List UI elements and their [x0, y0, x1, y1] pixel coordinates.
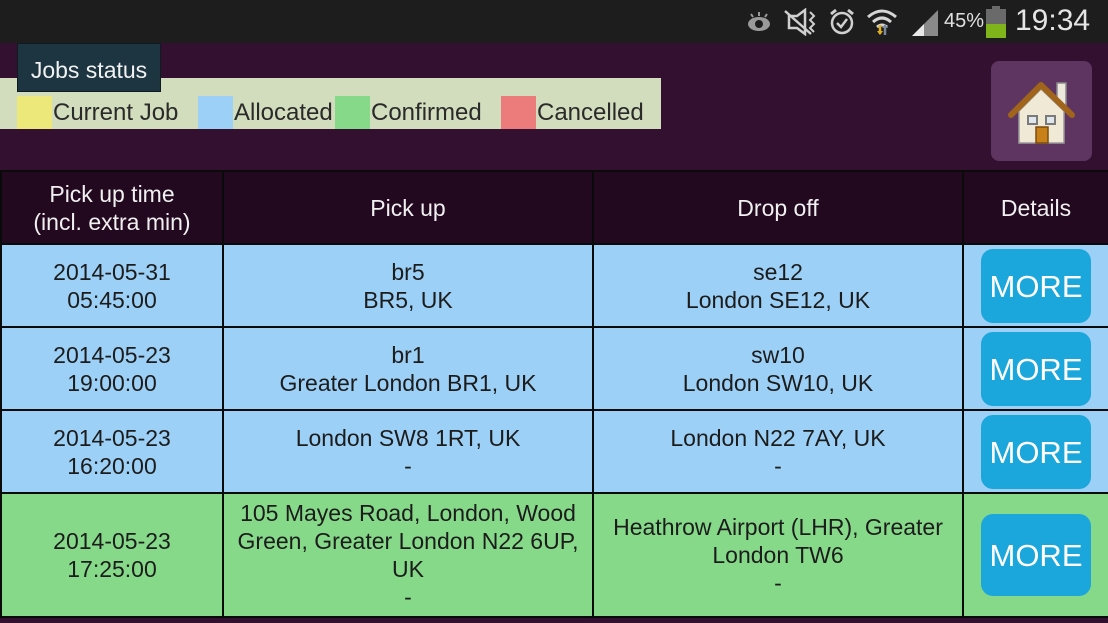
table-row: 2014-05-23 16:20:00 London SW8 1RT, UK -…: [0, 409, 1108, 494]
home-icon: [1008, 82, 1075, 144]
pickup-time-cell: 2014-05-23 16:20:00: [0, 409, 224, 494]
header-pickup-time-line2: (incl. extra min): [33, 208, 191, 235]
dropoff-cell: Heathrow Airport (LHR), Greater London T…: [592, 492, 964, 618]
dropoff-secondary: London SE12, UK: [685, 286, 871, 313]
legend-label: Current Job: [53, 98, 179, 126]
alarm-icon: [830, 8, 854, 35]
header-pickup-time: Pick up time (incl. extra min): [0, 170, 224, 245]
legend-swatch-allocated: [198, 96, 233, 129]
pickup-cell: 105 Mayes Road, London, Wood Green, Grea…: [222, 492, 594, 618]
legend-label: Confirmed: [371, 98, 482, 126]
legend-item-allocated: Allocated: [198, 96, 333, 129]
dropoff-secondary: London SW10, UK: [682, 369, 874, 396]
home-button[interactable]: [991, 61, 1092, 161]
legend-item-current-job: Current Job: [17, 96, 178, 129]
legend-item-cancelled: Cancelled: [501, 96, 644, 129]
status-bar: 45% 19:34: [0, 0, 1108, 43]
legend-swatch-cancelled: [501, 96, 536, 129]
pickup-time: 17:25:00: [67, 556, 157, 582]
legend-title: Jobs status: [17, 43, 161, 92]
pickup-time-cell: 2014-05-23 17:25:00: [0, 492, 224, 618]
pickup-time-cell: 2014-05-31 05:45:00: [0, 243, 224, 328]
details-cell: MORE: [962, 492, 1108, 618]
table-header-row: Pick up time (incl. extra min) Pick up D…: [0, 170, 1108, 245]
pickup-date: 2014-05-31: [53, 258, 171, 285]
dropoff-secondary: -: [774, 570, 782, 596]
pickup-primary: London SW8 1RT, UK: [295, 424, 521, 451]
header-pickup-time-line1: Pick up time: [49, 180, 175, 207]
more-button[interactable]: MORE: [981, 248, 1091, 323]
dropoff-primary: Heathrow Airport (LHR), Greater London T…: [613, 514, 943, 568]
battery-percent: 45%: [944, 10, 985, 32]
pickup-time: 05:45:00: [67, 286, 157, 313]
pickup-secondary: BR5, UK: [363, 286, 453, 313]
pickup-date: 2014-05-23: [53, 341, 171, 368]
header-details: Details: [962, 170, 1108, 245]
dropoff-primary: London N22 7AY, UK: [670, 424, 886, 451]
legend-label: Cancelled: [537, 98, 644, 126]
pickup-secondary: Greater London BR1, UK: [279, 369, 537, 396]
pickup-secondary: -: [404, 452, 412, 479]
dropoff-cell: se12 London SE12, UK: [592, 243, 964, 328]
details-cell: MORE: [962, 326, 1108, 411]
legend-swatch-current-job: [17, 96, 52, 129]
details-cell: MORE: [962, 243, 1108, 328]
signal-icon: [912, 10, 938, 36]
pickup-secondary: -: [404, 584, 412, 610]
wifi-icon: [867, 9, 897, 35]
pickup-date: 2014-05-23: [53, 528, 171, 554]
legend-item-confirmed: Confirmed: [335, 96, 482, 129]
dropoff-primary: se12: [753, 258, 803, 285]
table-row: 2014-05-23 17:25:00 105 Mayes Road, Lond…: [0, 492, 1108, 618]
dropoff-secondary: -: [774, 452, 782, 479]
dropoff-cell: London N22 7AY, UK -: [592, 409, 964, 494]
more-button[interactable]: MORE: [981, 414, 1091, 489]
pickup-cell: London SW8 1RT, UK -: [222, 409, 594, 494]
pickup-cell: br5 BR5, UK: [222, 243, 594, 328]
pickup-time: 16:20:00: [67, 452, 157, 479]
clock-time: 19:34: [1015, 4, 1091, 37]
pickup-primary: br1: [391, 341, 425, 368]
more-button[interactable]: MORE: [981, 514, 1091, 596]
app-header: Jobs status Current Job Allocated Confir…: [0, 43, 1108, 170]
pickup-cell: br1 Greater London BR1, UK: [222, 326, 594, 411]
pickup-date: 2014-05-23: [53, 424, 171, 451]
header-dropoff: Drop off: [592, 170, 964, 245]
table-row: 2014-05-23 19:00:00 br1 Greater London B…: [0, 326, 1108, 411]
pickup-primary: 105 Mayes Road, London, Wood Green, Grea…: [237, 500, 579, 582]
jobs-table: Pick up time (incl. extra min) Pick up D…: [0, 170, 1108, 618]
eye-icon: [748, 12, 770, 31]
vibrate-mute-icon: [784, 8, 816, 36]
dropoff-primary: sw10: [751, 341, 805, 368]
pickup-time-cell: 2014-05-23 19:00:00: [0, 326, 224, 411]
battery-icon: [986, 6, 1006, 38]
pickup-time: 19:00:00: [67, 369, 157, 396]
more-button[interactable]: MORE: [981, 331, 1091, 406]
legend-label: Allocated: [234, 98, 333, 126]
pickup-primary: br5: [391, 258, 425, 285]
table-row: 2014-05-31 05:45:00 br5 BR5, UK se12 Lon…: [0, 243, 1108, 328]
details-cell: MORE: [962, 409, 1108, 494]
header-pickup: Pick up: [222, 170, 594, 245]
dropoff-cell: sw10 London SW10, UK: [592, 326, 964, 411]
legend-swatch-confirmed: [335, 96, 370, 129]
